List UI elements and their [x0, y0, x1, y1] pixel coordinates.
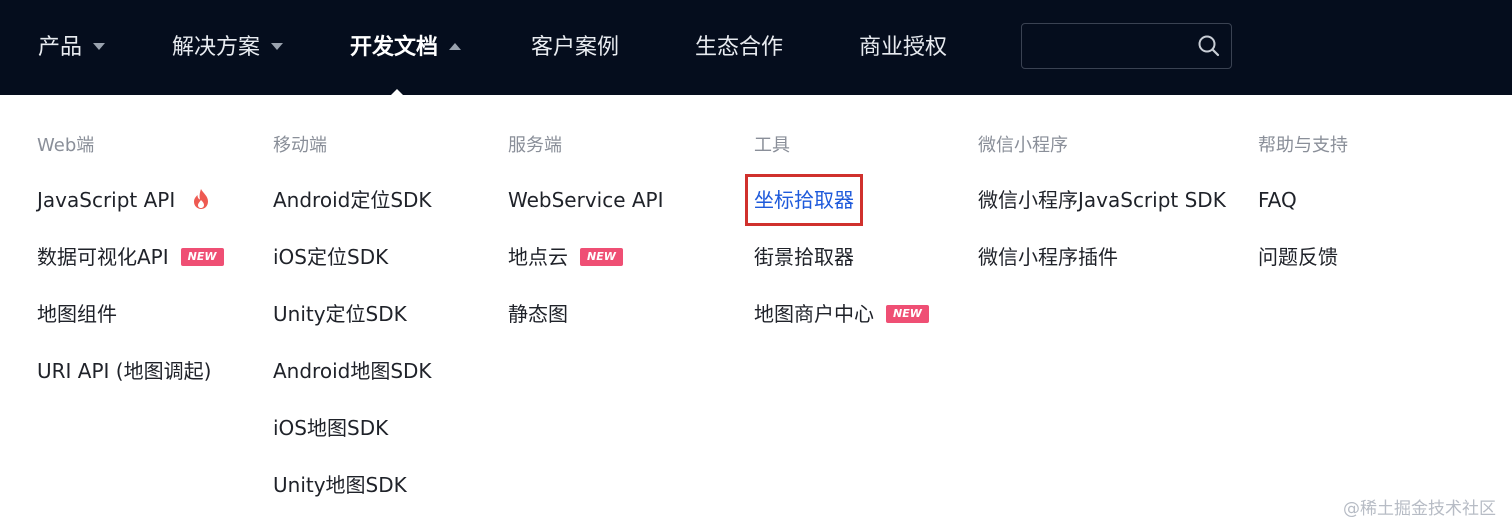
column-title: Web端: [37, 135, 95, 156]
nav-item-label: 开发文档: [350, 35, 439, 60]
link-label: 微信小程序插件: [978, 245, 1118, 269]
search-box: [1021, 23, 1232, 69]
nav-item-solutions[interactable]: 解决方案: [172, 30, 284, 66]
nav-item-products[interactable]: 产品: [38, 30, 106, 66]
menu-column-tools: 工具 坐标拾取器 街景拾取器 地图商户中心 NEW: [745, 132, 929, 354]
menu-column-web: Web端 JavaScript API 数据可视化API NEW 地图组件 URI…: [37, 132, 224, 411]
link-label: 地图商户中心: [754, 302, 874, 326]
new-badge: NEW: [180, 247, 224, 266]
link-label: 微信小程序JavaScript SDK: [978, 188, 1226, 212]
menu-link-ios-location-sdk[interactable]: iOS定位SDK: [273, 240, 432, 274]
menu-link-wechat-plugin[interactable]: 微信小程序插件: [978, 240, 1226, 274]
menu-link-unity-map-sdk[interactable]: Unity地图SDK: [273, 468, 432, 502]
column-title: 微信小程序: [978, 135, 1068, 156]
link-label: Unity定位SDK: [273, 302, 407, 326]
nav-item-label: 产品: [38, 35, 83, 60]
chevron-up-icon: [449, 42, 462, 50]
nav-item-ecosystem[interactable]: 生态合作: [695, 30, 783, 66]
column-title: 服务端: [508, 135, 562, 156]
column-title: 移动端: [273, 135, 327, 156]
menu-link-ios-map-sdk[interactable]: iOS地图SDK: [273, 411, 432, 445]
chevron-down-icon: [271, 42, 284, 50]
nav-item-label: 解决方案: [172, 35, 261, 60]
link-label: 街景拾取器: [754, 245, 854, 269]
column-title: 工具: [754, 135, 790, 156]
link-label-highlighted: 坐标拾取器: [745, 174, 863, 226]
link-label: Unity地图SDK: [273, 473, 407, 497]
menu-link-feedback[interactable]: 问题反馈: [1258, 240, 1348, 274]
link-label: URI API (地图调起): [37, 359, 212, 383]
menu-column-help: 帮助与支持 FAQ 问题反馈: [1258, 132, 1348, 297]
menu-link-faq[interactable]: FAQ: [1258, 183, 1348, 217]
nav-item-label: 生态合作: [695, 35, 784, 60]
menu-column-server: 服务端 WebService API 地点云 NEW 静态图: [508, 132, 664, 354]
menu-link-streetview-picker[interactable]: 街景拾取器: [754, 240, 929, 274]
menu-link-map-components[interactable]: 地图组件: [37, 297, 224, 331]
menu-link-uri-api[interactable]: URI API (地图调起): [37, 354, 224, 388]
search-icon[interactable]: [1197, 34, 1221, 58]
nav-item-cases[interactable]: 客户案例: [531, 30, 619, 66]
link-label: Android地图SDK: [273, 359, 432, 383]
menu-link-merchant-center[interactable]: 地图商户中心 NEW: [754, 297, 929, 331]
link-label: 静态图: [508, 302, 568, 326]
link-label: Android定位SDK: [273, 188, 432, 212]
link-label: JavaScript API: [37, 188, 176, 212]
new-badge: NEW: [580, 247, 623, 266]
search-input[interactable]: [1030, 30, 1194, 64]
nav-item-label: 商业授权: [859, 35, 948, 60]
nav-item-dev-docs[interactable]: 开发文档: [350, 30, 462, 66]
menu-link-wechat-js-sdk[interactable]: 微信小程序JavaScript SDK: [978, 183, 1226, 217]
menu-column-mobile: 移动端 Android定位SDK iOS定位SDK Unity定位SDK And…: [273, 132, 432, 525]
menu-link-android-location-sdk[interactable]: Android定位SDK: [273, 183, 432, 217]
dropdown-pointer: [391, 89, 403, 95]
link-label: iOS地图SDK: [273, 416, 389, 440]
menu-link-place-cloud[interactable]: 地点云 NEW: [508, 240, 664, 274]
watermark: @稀土掘金技术社区: [1343, 499, 1496, 519]
menu-column-wechat: 微信小程序 微信小程序JavaScript SDK 微信小程序插件: [978, 132, 1226, 297]
nav-item-label: 客户案例: [531, 35, 620, 60]
menu-link-javascript-api[interactable]: JavaScript API: [37, 183, 224, 217]
link-label: FAQ: [1258, 188, 1297, 212]
chevron-down-icon: [93, 42, 106, 50]
link-label: WebService API: [508, 188, 664, 212]
menu-link-static-map[interactable]: 静态图: [508, 297, 664, 331]
link-label: iOS定位SDK: [273, 245, 389, 269]
menu-link-android-map-sdk[interactable]: Android地图SDK: [273, 354, 432, 388]
top-nav-bar: 产品 解决方案 开发文档 客户案例 生态合作 商业授权: [0, 0, 1512, 95]
column-title: 帮助与支持: [1258, 135, 1348, 156]
link-label: 地点云: [508, 245, 568, 269]
link-label: 问题反馈: [1258, 245, 1338, 269]
new-badge: NEW: [886, 304, 929, 323]
menu-link-webservice-api[interactable]: WebService API: [508, 183, 664, 217]
link-label: 数据可视化API: [37, 245, 169, 269]
nav-item-licensing[interactable]: 商业授权: [859, 30, 947, 66]
menu-link-coordinate-picker[interactable]: 坐标拾取器: [745, 174, 929, 226]
menu-link-unity-location-sdk[interactable]: Unity定位SDK: [273, 297, 432, 331]
link-label: 地图组件: [37, 302, 117, 326]
fire-icon: [193, 188, 208, 209]
menu-link-data-visualization-api[interactable]: 数据可视化API NEW: [37, 240, 224, 274]
